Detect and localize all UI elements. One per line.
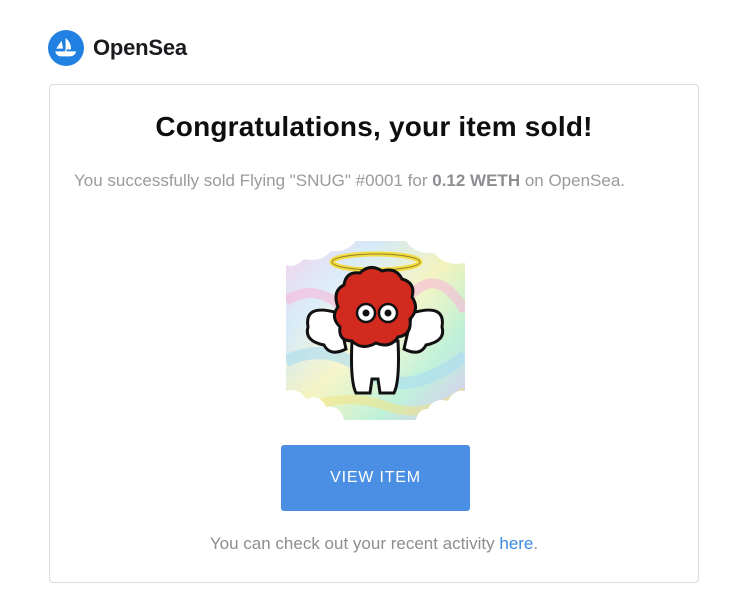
sale-message-suffix: on OpenSea.	[520, 171, 626, 190]
sale-message-prefix: You successfully sold Flying "SNUG" #000…	[74, 171, 433, 190]
view-item-button[interactable]: VIEW ITEM	[281, 445, 470, 511]
sale-amount: 0.12 WETH	[432, 171, 521, 190]
recent-activity-note: You can check out your recent activity h…	[50, 534, 698, 554]
notification-card: Congratulations, your item sold! You suc…	[49, 84, 699, 583]
email-title: Congratulations, your item sold!	[155, 111, 593, 142]
header: OpenSea	[48, 28, 187, 68]
email-page: OpenSea Congratulations, your item sold!…	[0, 0, 750, 614]
nft-item-image[interactable]	[286, 241, 465, 420]
sale-message: You successfully sold Flying "SNUG" #000…	[74, 168, 634, 194]
recent-activity-suffix: .	[533, 534, 539, 553]
recent-activity-link[interactable]: here	[499, 534, 533, 553]
brand-name: OpenSea	[93, 35, 187, 60]
opensea-logo-icon[interactable]	[48, 30, 84, 66]
recent-activity-text: You can check out your recent activity	[209, 534, 500, 553]
